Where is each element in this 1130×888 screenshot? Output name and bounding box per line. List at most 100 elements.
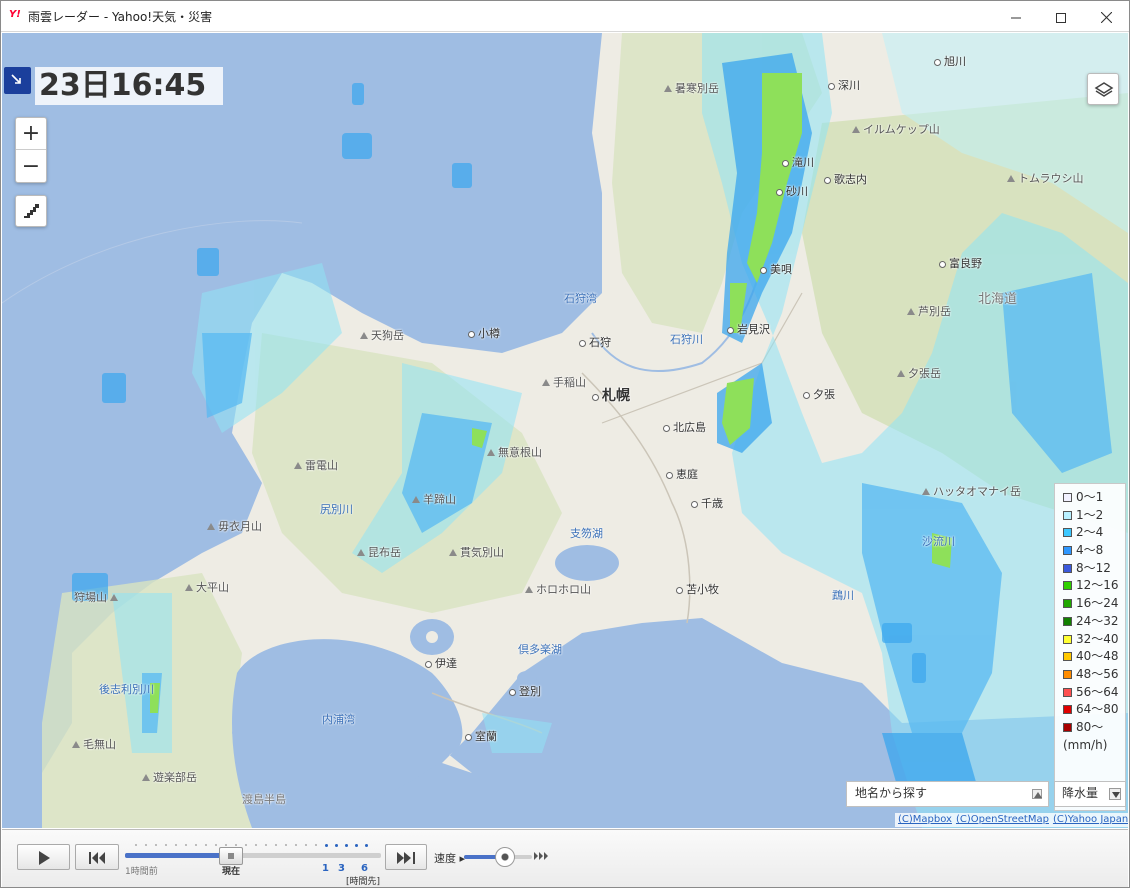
layers-button[interactable] — [1087, 73, 1119, 105]
label-now: 現在 — [222, 867, 241, 877]
label-1h-ahead[interactable]: 1 — [322, 863, 329, 874]
close-button[interactable] — [1083, 1, 1129, 32]
window-title: 雨雲レーダー - Yahoo!天気・災害 — [28, 10, 213, 24]
timeline-tick — [155, 844, 157, 846]
minus-icon: − — [21, 154, 41, 179]
legend-label: 64〜80 — [1076, 702, 1119, 717]
timeline-tick — [205, 844, 207, 846]
water-lake-shikotsu: 支笏湖 — [570, 527, 603, 540]
water-toshibetsu-river: 後志利別川 — [99, 683, 154, 696]
label-6h-ahead[interactable]: 6 — [361, 863, 368, 874]
mountain-icon — [852, 126, 860, 133]
data-type-select[interactable]: 降水量 — [1054, 781, 1126, 807]
mountain-icon — [1007, 175, 1015, 182]
minimize-button[interactable] — [993, 1, 1039, 32]
place-fukagawa: 深川 — [828, 77, 860, 93]
play-button[interactable] — [17, 844, 70, 870]
legend-label: 4〜8 — [1076, 543, 1104, 558]
expand-icon — [11, 74, 21, 84]
mountain-horohoro: ホロホロ山 — [525, 581, 591, 597]
place-yubari: 夕張 — [803, 386, 835, 402]
legend-swatch — [1063, 563, 1072, 573]
timeline-thumb[interactable] — [219, 847, 243, 865]
legend-swatch — [1063, 722, 1072, 732]
legend-item: 64〜80 — [1063, 700, 1125, 718]
zoom-in-button[interactable]: + — [16, 118, 46, 150]
place-kitahiroshima: 北広島 — [663, 419, 706, 435]
city-marker-icon — [676, 587, 683, 594]
legend-label: 80〜 — [1076, 719, 1104, 734]
timeline-tick — [215, 844, 217, 846]
place-iwamizawa: 岩見沢 — [727, 321, 770, 337]
city-marker-icon — [760, 267, 767, 274]
zoom-out-button[interactable]: − — [16, 151, 46, 183]
timeline-slider[interactable] — [125, 853, 381, 858]
legend-label: 12〜16 — [1076, 578, 1119, 593]
minimize-icon — [1011, 17, 1021, 18]
legend-swatch — [1063, 616, 1072, 626]
credit-osm-link[interactable]: (C)OpenStreetMap — [956, 814, 1049, 825]
water-lake-kuttara: 倶多楽湖 — [518, 643, 562, 656]
japan-view-button[interactable] — [15, 195, 47, 227]
legend-item: 1〜2 — [1063, 506, 1125, 524]
water-shiribetsu-river: 尻別川 — [320, 503, 353, 516]
credit-mapbox-link[interactable]: (C)Mapbox — [898, 814, 952, 825]
legend-label: 56〜64 — [1076, 684, 1119, 699]
search-label: 地名から探す — [855, 786, 928, 800]
city-marker-icon — [691, 501, 698, 508]
city-marker-icon — [465, 734, 472, 741]
label-3h-ahead[interactable]: 3 — [338, 863, 345, 874]
legend-item: 8〜12 — [1063, 559, 1125, 577]
legend-item: 24〜32 — [1063, 612, 1125, 630]
legend-label: 1〜2 — [1076, 507, 1104, 522]
place-asahikawa: 旭川 — [934, 53, 966, 69]
city-marker-icon — [782, 160, 789, 167]
mountain-icon — [110, 594, 118, 601]
play-icon — [39, 851, 50, 865]
timeline-tick — [305, 844, 307, 846]
timeline-ticks — [135, 844, 370, 848]
speed-thumb[interactable] — [495, 847, 515, 867]
city-marker-icon — [666, 472, 673, 479]
maximize-button[interactable] — [1038, 1, 1084, 32]
timeline-fill — [125, 853, 233, 858]
fast-forward-icon — [534, 852, 548, 860]
city-marker-icon — [934, 59, 941, 66]
city-marker-icon — [425, 661, 432, 668]
place-tomakomai: 苫小牧 — [676, 581, 719, 597]
expand-button[interactable] — [4, 67, 31, 94]
step-back-icon — [89, 852, 105, 864]
place-search-dropdown[interactable]: 地名から探す — [846, 781, 1049, 807]
step-forward-icon — [397, 852, 415, 864]
timeline-tick — [235, 844, 237, 846]
playback-controls: 1時間前 現在 1 3 6 [時間先] 速度 ▸ — [2, 829, 1128, 887]
mountain-icon — [72, 741, 80, 748]
app-window: Y! 雨雲レーダー - Yahoo!天気・災害 旭川 深川 滝川 砂川 歌志内 … — [0, 0, 1130, 888]
layers-icon — [1094, 82, 1114, 97]
timeline-tick — [145, 844, 147, 846]
credit-yahoo-link[interactable]: (C)Yahoo Japan — [1053, 814, 1128, 825]
step-forward-button[interactable] — [385, 844, 427, 870]
timeline-tick — [315, 844, 317, 846]
mountain-yubaridake: 夕張岳 — [897, 365, 941, 381]
legend-swatch — [1063, 528, 1072, 538]
mountain-shokanbetsu: 暑寒別岳 — [664, 80, 719, 96]
radar-map[interactable]: 旭川 深川 滝川 砂川 歌志内 美唄 富良野 岩見沢 夕張 石狩 小樽 札幌 北… — [2, 33, 1128, 828]
step-back-button[interactable] — [75, 844, 119, 870]
mountain-icon — [897, 370, 905, 377]
japan-map-icon — [24, 204, 39, 218]
timeline-tick — [365, 844, 368, 847]
water-ishikari-river: 石狩川 — [670, 333, 703, 346]
city-marker-icon — [468, 331, 475, 338]
place-ishikari: 石狩 — [579, 334, 611, 350]
maximize-icon — [1056, 12, 1066, 23]
place-sunagawa: 砂川 — [776, 183, 808, 199]
legend-swatch — [1063, 599, 1072, 609]
city-marker-icon — [939, 261, 946, 268]
mountain-ohira: 大平山 — [185, 579, 229, 595]
mountain-irumukeppu: イルムケップ山 — [852, 121, 940, 137]
legend-unit: (mm/h) — [1063, 737, 1108, 752]
timeline-tick — [325, 844, 328, 847]
mountain-mosuru: 毋衣月山 — [207, 518, 262, 534]
city-marker-icon — [776, 189, 783, 196]
